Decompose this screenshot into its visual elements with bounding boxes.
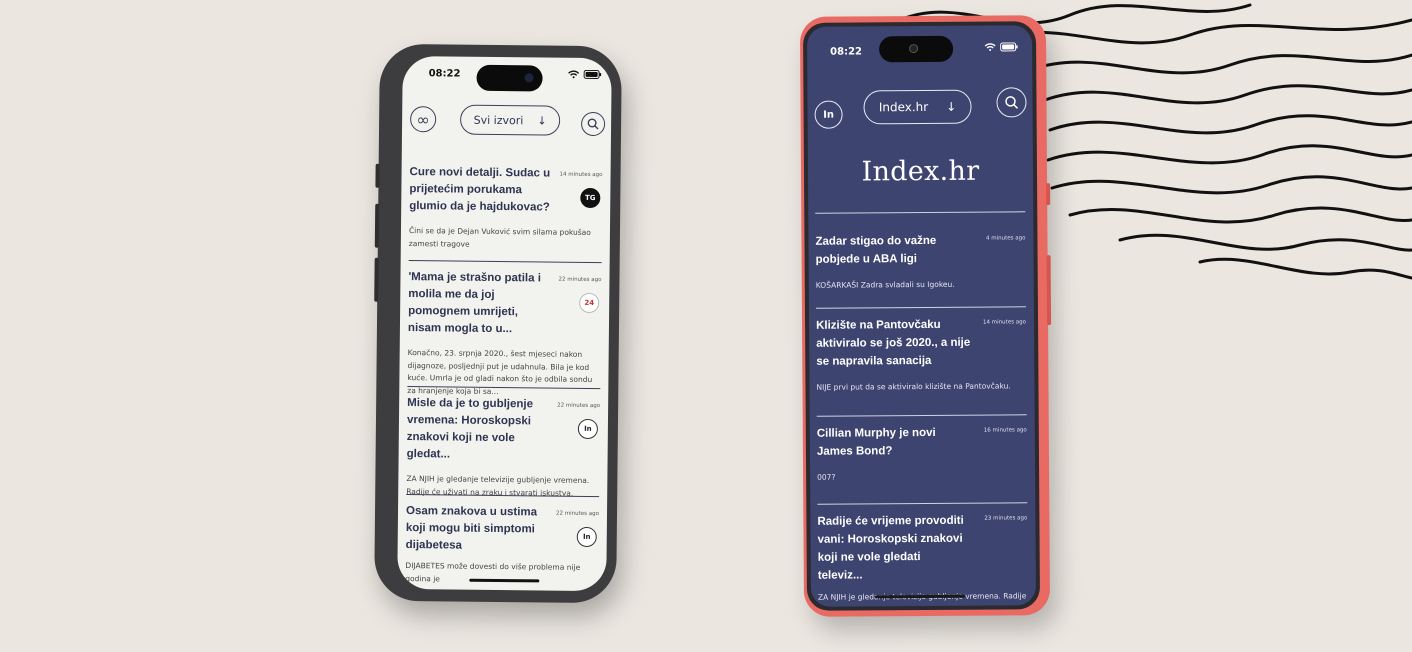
source-logo: 24	[579, 292, 600, 314]
search-button[interactable]	[996, 87, 1027, 118]
dynamic-island	[879, 35, 954, 63]
source-logo: TG	[580, 187, 601, 209]
app-header: ∞ Svi izvori ↓	[409, 104, 606, 138]
phone-bezel: 08:22 In Index.hr ↓ Index.hr Zadar stiga…	[802, 21, 1041, 611]
article-time: 14 minutes ago	[983, 319, 1027, 326]
article-title[interactable]: Radije će vrijeme provoditi vani: Horosk…	[817, 512, 967, 585]
status-icons	[984, 42, 1018, 54]
status-time: 08:22	[830, 46, 863, 58]
search-icon	[587, 118, 599, 130]
dynamic-island	[476, 64, 543, 92]
article-time: 16 minutes ago	[983, 427, 1027, 434]
article-item[interactable]: Radije će vrijeme provoditi vani: Horosk…	[817, 503, 1028, 607]
source-selector[interactable]: Index.hr ↓	[863, 89, 972, 125]
phone-side-button	[1046, 183, 1051, 206]
search-button[interactable]	[580, 111, 606, 137]
search-icon	[1005, 96, 1019, 109]
article-time: 22 minutes ago	[558, 276, 602, 284]
decorative-wavy-lines	[898, 3, 1412, 280]
phone-light-screen: 08:22 ∞ Svi izvori ↓ Cure novi detalji. …	[397, 55, 612, 592]
article-time: 14 minutes ago	[559, 171, 603, 179]
battery-icon	[583, 69, 602, 80]
article-feed[interactable]: Zadar stigao do važne pobjede u ABA ligi…	[815, 223, 1028, 607]
status-time: 08:22	[428, 68, 461, 80]
phone-side-button	[374, 257, 379, 302]
index-logo-button[interactable]: In	[814, 100, 843, 129]
article-time: 22 minutes ago	[557, 402, 601, 410]
article-feed[interactable]: Cure novi detalji. Sudac u prijetećim po…	[405, 156, 603, 591]
phone-side-button	[375, 163, 380, 188]
article-item[interactable]: Klizište na Pantovčaku aktiviralo se još…	[815, 307, 1027, 417]
phone-side-button	[374, 203, 380, 248]
phone-side-button	[1046, 255, 1052, 326]
phone-light-mockup: 08:22 ∞ Svi izvori ↓ Cure novi detalji. …	[374, 43, 622, 604]
article-excerpt: NIJE prvi put da se aktiviralo klizište …	[816, 381, 1011, 392]
source-logo: In	[577, 418, 599, 440]
battery-icon	[1000, 42, 1018, 52]
article-excerpt: KOŠARKAŠI Zadra svladali su Igokeu.	[815, 279, 955, 290]
article-excerpt: DIJABETES može dovesti do više problema …	[405, 561, 581, 583]
arrow-down-icon: ↓	[537, 113, 547, 127]
article-title[interactable]: Cillian Murphy je novi James Bond?	[817, 424, 967, 461]
source-logo: In	[576, 526, 597, 548]
wifi-icon	[568, 70, 580, 79]
wifi-icon	[984, 43, 996, 52]
home-indicator[interactable]	[874, 594, 965, 599]
article-title[interactable]: Zadar stigao do važne pobjede u ABA ligi	[815, 232, 975, 269]
article-time: 22 minutes ago	[555, 510, 600, 518]
article-item[interactable]: Zadar stigao do važne pobjede u ABA ligi…	[815, 223, 1026, 309]
source-selector-label: Svi izvori	[473, 113, 524, 127]
camera-icon	[524, 73, 534, 83]
infinity-icon[interactable]: ∞	[409, 106, 437, 133]
divider	[815, 211, 1026, 215]
status-icons	[568, 69, 602, 82]
source-brand-title: Index.hr	[861, 155, 980, 188]
phone-dark-mockup: 08:22 In Index.hr ↓ Index.hr Zadar stiga…	[799, 15, 1052, 617]
article-time: 23 minutes ago	[984, 515, 1028, 522]
article-title[interactable]: Osam znakova u ustima koji mogu biti sim…	[406, 503, 552, 556]
article-title[interactable]: Klizište na Pantovčaku aktiviralo se još…	[816, 316, 976, 371]
article-item[interactable]: Osam znakova u ustima koji mogu biti sim…	[405, 495, 599, 591]
phone-dark-screen: 08:22 In Index.hr ↓ Index.hr Zadar stiga…	[806, 25, 1037, 607]
article-excerpt: ZA NJIH je gledanje televizije gubljenje…	[817, 591, 1027, 607]
article-excerpt: Čini se da je Dejan Vuković svim silama …	[408, 226, 591, 249]
article-title[interactable]: Misle da je to gubljenje vremena: Horosk…	[407, 395, 553, 465]
article-title[interactable]: Cure novi detalji. Sudac u prijetećim po…	[409, 164, 555, 217]
article-item[interactable]: Misle da je to gubljenje vremena: Horosk…	[406, 387, 601, 497]
arrow-down-icon: ↓	[946, 99, 957, 114]
camera-icon	[909, 44, 919, 54]
article-time: 4 minutes ago	[985, 235, 1026, 242]
source-selector[interactable]: Svi izvori ↓	[459, 104, 561, 136]
article-title[interactable]: 'Mama je strašno patila i molila me da j…	[408, 269, 554, 339]
article-item[interactable]: 'Mama je strašno patila i molila me da j…	[407, 261, 602, 396]
article-excerpt: 007?	[817, 472, 836, 482]
article-item[interactable]: Cillian Murphy je novi James Bond? 16 mi…	[816, 415, 1028, 505]
source-selector-label: Index.hr	[878, 99, 929, 115]
index-logo-label: In	[823, 109, 835, 121]
article-item[interactable]: Cure novi detalji. Sudac u prijetećim po…	[408, 156, 603, 264]
